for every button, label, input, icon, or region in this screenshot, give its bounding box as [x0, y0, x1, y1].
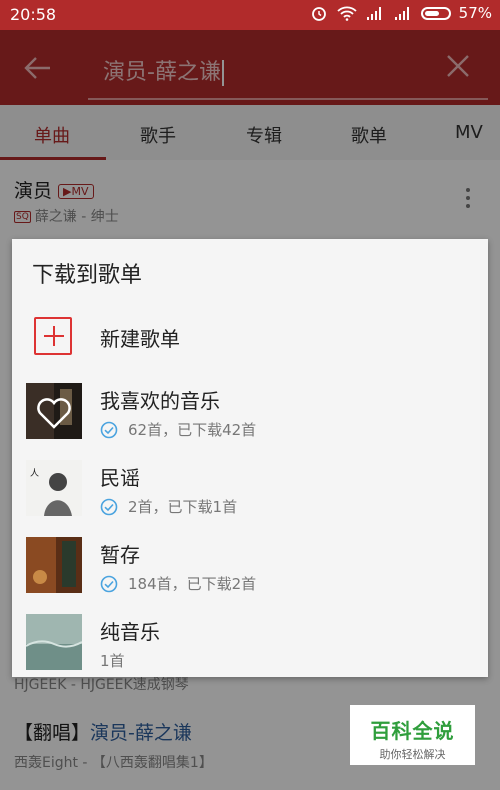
watermark-logo: 百科全说 助你轻松解决 [350, 705, 475, 765]
add-icon [34, 317, 72, 355]
downloaded-check-icon [100, 575, 118, 592]
playlist-cover-temp [26, 537, 82, 593]
download-to-playlist-dialog: 下载到歌单 新建歌单 我喜欢的音乐 62首，已下载42首 人 民谣 2首，已下载… [12, 239, 488, 677]
downloaded-check-icon [100, 498, 118, 515]
playlist-meta: 2首，已下载1首 [128, 498, 238, 516]
new-playlist-item[interactable] [12, 301, 488, 371]
battery-percent: 57% [458, 4, 492, 22]
playlist-meta: 184首，已下载2首 [128, 575, 257, 593]
svg-text:人: 人 [30, 468, 39, 479]
status-bar: 20:58 57% [0, 0, 500, 30]
signal-icon [366, 7, 381, 20]
wifi-icon [337, 6, 357, 21]
playlist-name: 我喜欢的音乐 [100, 389, 220, 413]
watermark-subtitle: 助你轻松解决 [379, 748, 446, 761]
playlist-meta: 62首，已下载42首 [128, 421, 257, 439]
dialog-title: 下载到歌单 [32, 263, 143, 288]
new-playlist-label: 新建歌单 [100, 327, 180, 351]
watermark-title: 百科全说 [370, 719, 455, 743]
playlist-name: 民谣 [100, 466, 140, 490]
status-time: 20:58 [10, 5, 57, 24]
playlist-cover-pure-music [26, 614, 82, 670]
alarm-icon [311, 7, 326, 21]
signal-icon-2 [394, 7, 409, 20]
playlist-item-folk[interactable] [12, 452, 488, 522]
downloaded-check-icon [100, 421, 118, 438]
playlist-cover-favorites [26, 383, 82, 439]
playlist-name: 暂存 [100, 543, 140, 567]
battery-icon [420, 6, 451, 20]
status-icons: 57% [309, 4, 492, 22]
playlist-name: 纯音乐 [100, 620, 160, 644]
playlist-cover-folk: 人 [26, 460, 82, 516]
playlist-meta: 1首 [100, 652, 125, 670]
playlist-item-pure-music[interactable] [12, 606, 488, 676]
